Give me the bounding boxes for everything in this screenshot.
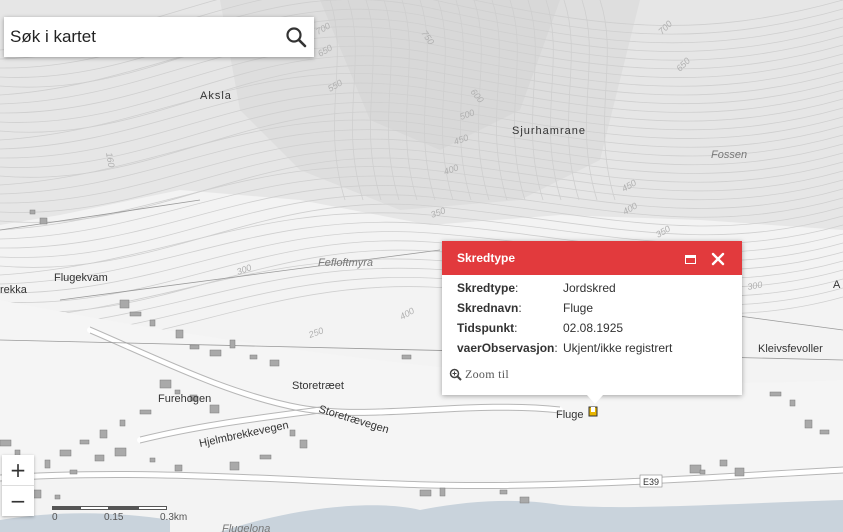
building bbox=[289, 429, 296, 437]
building bbox=[139, 409, 152, 415]
building bbox=[129, 311, 142, 317]
place-label-fluge: Fluge bbox=[556, 409, 584, 421]
scale-label-start: 0 bbox=[52, 512, 58, 523]
building bbox=[699, 469, 706, 475]
building bbox=[149, 319, 156, 327]
building bbox=[54, 494, 61, 500]
building bbox=[99, 429, 108, 439]
building bbox=[734, 467, 745, 477]
attribute-key: Skrednavn bbox=[457, 301, 519, 315]
building bbox=[789, 399, 796, 407]
building bbox=[689, 464, 702, 474]
place-label-a: A bbox=[833, 279, 841, 291]
place-label-fefloftmyra: Fefloftmyra bbox=[318, 257, 373, 269]
attribute-row: Skredtype: Jordskred bbox=[457, 281, 616, 295]
building bbox=[119, 419, 126, 427]
building bbox=[209, 349, 222, 357]
building bbox=[719, 459, 728, 467]
building bbox=[29, 209, 36, 215]
building bbox=[229, 461, 240, 471]
attribute-value: Ukjent/ikke registrert bbox=[563, 341, 673, 355]
building bbox=[819, 429, 830, 435]
building bbox=[269, 359, 280, 367]
attribute-row: Skrednavn: Fluge bbox=[457, 301, 594, 315]
place-label-aksla: Aksla bbox=[200, 90, 232, 102]
search-icon[interactable] bbox=[284, 25, 308, 49]
building bbox=[174, 464, 183, 472]
building bbox=[119, 299, 130, 309]
zoom-to-link[interactable]: Zoom til bbox=[449, 367, 509, 382]
building bbox=[229, 339, 236, 349]
attribute-value: Jordskred bbox=[563, 281, 616, 295]
building bbox=[249, 354, 258, 360]
place-label-furehogen: Furehogen bbox=[158, 393, 211, 405]
zoom-in-button[interactable]: + bbox=[2, 455, 34, 485]
place-label-kleivsfevoller: Kleivsfevoller bbox=[758, 343, 823, 355]
zoom-control: + − bbox=[2, 455, 34, 516]
building bbox=[804, 419, 813, 429]
building bbox=[439, 487, 446, 497]
maximize-icon[interactable] bbox=[685, 255, 696, 264]
landslide-marker-icon[interactable] bbox=[588, 406, 598, 417]
attribute-value: 02.08.1925 bbox=[563, 321, 624, 335]
scale-bar: 0 0.15 0.3km bbox=[52, 504, 192, 524]
building bbox=[499, 489, 508, 495]
building bbox=[299, 439, 308, 449]
attribute-key: Skredtype bbox=[457, 281, 516, 295]
attribute-value: Fluge bbox=[563, 301, 594, 315]
building bbox=[94, 454, 105, 462]
popup-attributes: Skredtype: Jordskred Skrednavn: Fluge Ti… bbox=[442, 275, 742, 359]
zoom-out-button[interactable]: − bbox=[2, 485, 34, 516]
building bbox=[209, 404, 220, 414]
building bbox=[79, 439, 90, 445]
search-input[interactable] bbox=[10, 17, 275, 57]
building bbox=[401, 354, 412, 360]
popup-header: Skredtype bbox=[442, 241, 742, 275]
close-icon[interactable] bbox=[711, 252, 725, 266]
attribute-key: Tidspunkt bbox=[457, 321, 515, 335]
scale-label-end: 0.3km bbox=[160, 512, 188, 523]
building bbox=[44, 459, 51, 469]
search-box bbox=[4, 17, 314, 57]
feature-popup: Skredtype Skredtype: Jordskred Skrednavn… bbox=[442, 241, 742, 404]
building bbox=[59, 449, 72, 457]
zoom-to-label: Zoom til bbox=[465, 367, 510, 381]
building bbox=[175, 329, 184, 339]
building bbox=[259, 454, 272, 460]
building bbox=[39, 217, 48, 225]
scale-label-mid: 0.15 bbox=[104, 512, 124, 523]
road-label-e39: E39 bbox=[643, 477, 659, 487]
attribute-row: vaerObservasjon: Ukjent/ikke registrert bbox=[457, 341, 673, 355]
place-label-flugekvam: Flugekvam bbox=[54, 272, 108, 284]
building bbox=[149, 457, 156, 463]
attribute-row: Tidspunkt: 02.08.1925 bbox=[457, 321, 624, 335]
building bbox=[419, 489, 432, 497]
popup-pointer bbox=[587, 395, 603, 404]
building bbox=[0, 439, 12, 447]
zoom-magnifier-icon bbox=[449, 368, 462, 381]
place-label-rekka: rekka bbox=[0, 284, 28, 296]
building bbox=[769, 391, 782, 397]
building bbox=[159, 379, 172, 389]
place-label-flugelona: Flugelona bbox=[222, 523, 270, 532]
building bbox=[114, 447, 127, 457]
attribute-key: vaerObservasjon bbox=[457, 341, 555, 355]
building bbox=[519, 496, 530, 504]
place-label-fossen: Fossen bbox=[711, 149, 747, 161]
building bbox=[189, 344, 200, 350]
popup-title: Skredtype bbox=[457, 251, 516, 265]
building bbox=[69, 469, 78, 475]
place-label-sjurhamrane: Sjurhamrane bbox=[512, 125, 586, 137]
place-label-storetraeet: Storetræet bbox=[292, 380, 344, 392]
